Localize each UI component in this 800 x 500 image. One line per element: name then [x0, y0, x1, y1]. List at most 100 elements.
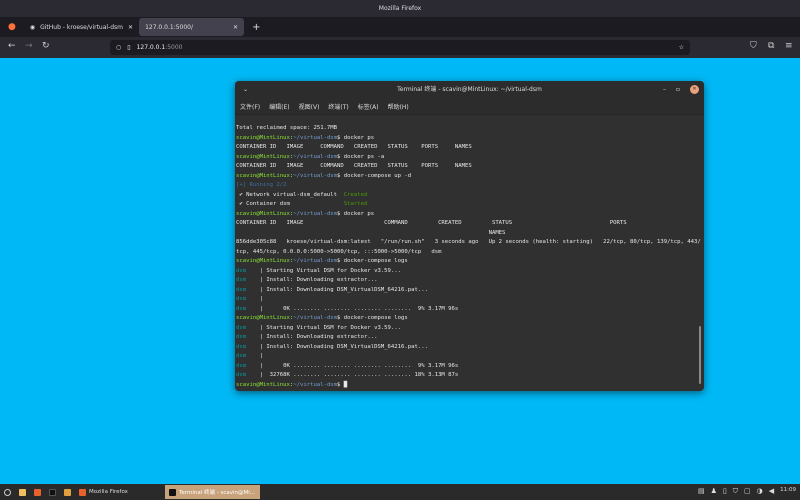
prompt-path: ~/virtual-dsm — [293, 172, 338, 179]
taskbar-firefox-label: Mozilla Firefox — [89, 489, 128, 495]
system-tray: ▤ ♟ ▯ ⛉ ▢ ◑ ◀ 11:09 — [698, 487, 796, 496]
minimize-icon[interactable]: – — [663, 81, 666, 98]
terminal-text: CONTAINER ID IMAGE COMMAND CREATED STATU… — [236, 144, 472, 150]
terminal-line: CONTAINER ID IMAGE COMMAND CREATED STATU… — [236, 219, 696, 229]
terminal-line: scavin@MintLinux:~/virtual-dsm$ █ — [236, 381, 696, 391]
clipboard-icon[interactable]: ▯ — [723, 487, 727, 496]
menu-tabs[interactable]: 标签(A) — [358, 102, 379, 111]
tab-label: 127.0.0.1:5000/ — [145, 23, 194, 31]
terminal-line: dsm | 32768K ........ ........ ........ … — [236, 371, 696, 381]
menu-file[interactable]: 文件(F) — [240, 102, 260, 111]
forward-icon[interactable]: → — [25, 41, 33, 51]
terminal-line: scavin@MintLinux:~/virtual-dsm$ docker p… — [236, 153, 696, 163]
shield-icon[interactable]: ⛉ — [733, 487, 738, 496]
url-bar[interactable]: ○ ▯ 127.0.0.1:5000 ☆ — [110, 40, 690, 55]
terminal-text: | 0K ........ ........ ........ ........… — [252, 305, 459, 312]
terminal-line: dsm | Starting Virtual DSM for Docker v3… — [236, 324, 696, 334]
terminal-line: dsm | Install: Downloading extractor... — [236, 333, 696, 343]
terminal-text: $ — [337, 381, 344, 388]
service-prefix: dsm — [236, 296, 253, 302]
prompt-path: ~/virtual-dsm — [293, 381, 338, 388]
network-icon[interactable]: ◑ — [757, 487, 763, 496]
prompt-user: scavin@MintLinux — [236, 315, 290, 321]
prompt-user: scavin@MintLinux — [236, 258, 290, 264]
terminal-text: | 0K ........ ........ ........ ........… — [252, 362, 459, 369]
menu-view[interactable]: 视图(V) — [299, 102, 320, 111]
terminal-menu-chevron-icon[interactable]: ⌄ — [243, 81, 248, 98]
terminal-window[interactable]: ⌄ Terminal 终端 - scavin@MintLinux: ~/virt… — [235, 81, 704, 391]
notification-icon[interactable]: ♟ — [711, 487, 717, 496]
menu-help[interactable]: 帮助(H) — [388, 102, 409, 111]
taskbar-terminal-label: Terminal 终端 - scavin@Mi... — [179, 490, 256, 496]
terminal-line: dsm | — [236, 295, 696, 305]
terminal-launcher[interactable] — [45, 485, 60, 499]
new-tab-button[interactable]: + — [252, 22, 260, 33]
terminal-text: Total reclaimed space: 251.7MB — [236, 125, 338, 131]
terminal-line: CONTAINER ID IMAGE COMMAND CREATED STATU… — [236, 162, 696, 172]
terminal-text: CONTAINER ID IMAGE COMMAND CREATED STATU… — [236, 163, 472, 169]
service-prefix: dsm — [236, 305, 253, 312]
tab-bar: ● ◉ GitHub - kroese/virtual-dsm ✕ 127.0.0.… — [0, 17, 800, 37]
menu-terminal[interactable]: 终端(T) — [328, 102, 348, 111]
firefox-launcher[interactable] — [30, 485, 45, 499]
taskbar-terminal[interactable]: Terminal 终端 - scavin@Mi... — [165, 485, 260, 499]
terminal-text: | Install: Downloading extractor... — [252, 334, 378, 340]
close-tab-icon[interactable]: ✕ — [233, 24, 238, 31]
taskbar: Mozilla Firefox Terminal 终端 - scavin@Mi.… — [0, 484, 800, 500]
terminal-text: 0.1s — [367, 191, 704, 198]
terminal-scrollbar[interactable] — [699, 326, 701, 384]
prompt-path: ~/virtual-dsm — [293, 134, 338, 141]
terminal-line: 856dde305c88 kroese/virtual-dsm:latest "… — [236, 238, 701, 248]
terminal-line: dsm | Starting Virtual DSM for Docker v3… — [236, 267, 696, 277]
terminal-line: scavin@MintLinux:~/virtual-dsm$ docker-c… — [236, 172, 696, 182]
bookmark-star-icon[interactable]: ☆ — [679, 44, 684, 51]
tab-github[interactable]: ◉ GitHub - kroese/virtual-dsm ✕ — [24, 18, 139, 36]
page-icon: ▯ — [127, 44, 131, 51]
service-prefix: dsm — [236, 372, 253, 378]
terminal-line: CONTAINER ID IMAGE COMMAND CREATED STATU… — [236, 143, 696, 153]
terminal-text: $ docker-compose logs — [337, 258, 408, 264]
terminal-output[interactable]: Total reclaimed space: 251.7MB scavin@Min… — [236, 124, 701, 391]
taskbar-firefox[interactable]: Mozilla Firefox — [75, 485, 165, 499]
url-host: 127.0.0.1 — [136, 44, 166, 51]
terminal-text: | — [252, 296, 263, 302]
close-icon[interactable]: ✕ — [690, 85, 699, 94]
close-tab-icon[interactable]: ✕ — [128, 24, 133, 31]
extensions-icon[interactable]: ⧉ — [768, 41, 774, 51]
terminal-text: [+] Running 2/2 — [236, 182, 287, 188]
service-prefix: dsm — [236, 353, 253, 359]
terminal-line: [+] Running 2/2 — [236, 181, 696, 191]
service-prefix: dsm — [236, 324, 253, 331]
reload-icon[interactable]: ↻ — [42, 41, 50, 51]
prompt-user: scavin@MintLinux — [236, 134, 290, 141]
files-launcher[interactable] — [60, 485, 75, 499]
window-icon[interactable]: ▢ — [744, 487, 751, 496]
terminal-line: ✔ Network virtual-dsm_default Created 0.… — [236, 191, 696, 201]
back-icon[interactable]: ← — [8, 41, 16, 51]
prompt-user: scavin@MintLinux — [236, 172, 290, 179]
pocket-icon[interactable]: ⛉ — [750, 41, 757, 51]
volume-icon[interactable]: ◀ — [769, 487, 774, 496]
terminal-titlebar[interactable]: ⌄ Terminal 终端 - scavin@MintLinux: ~/virt… — [235, 81, 704, 98]
clock[interactable]: 11:09 — [780, 487, 796, 496]
prompt-user: scavin@MintLinux — [236, 153, 290, 160]
show-desktop-button[interactable] — [15, 485, 30, 499]
terminal-line: dsm | 0K ........ ........ ........ ....… — [236, 305, 696, 315]
menu-icon[interactable]: ≡ — [785, 41, 793, 51]
terminal-text: | 32768K ........ ........ ........ ....… — [252, 372, 459, 378]
prompt-path: ~/virtual-dsm — [293, 315, 338, 321]
keyboard-icon[interactable]: ▤ — [698, 487, 705, 496]
shield-icon: ○ — [116, 44, 122, 51]
maximize-icon[interactable]: ▫ — [676, 81, 680, 98]
service-prefix: dsm — [236, 343, 253, 350]
terminal-text: | Install: Downloading extractor... — [252, 277, 378, 283]
terminal-text: █ — [343, 381, 348, 388]
start-menu-button[interactable] — [0, 485, 15, 499]
terminal-line: dsm | Install: Downloading DSM_VirtualDS… — [236, 286, 696, 296]
terminal-text: | Install: Downloading DSM_VirtualDSM_64… — [252, 343, 428, 350]
firefox-menu-icon[interactable]: ● — [8, 22, 16, 32]
tab-localhost[interactable]: 127.0.0.1:5000/ ✕ — [139, 18, 245, 36]
terminal-title: Terminal 终端 - scavin@MintLinux: ~/virtua… — [397, 86, 542, 93]
menu-edit[interactable]: 编辑(E) — [269, 102, 289, 111]
terminal-line: scavin@MintLinux:~/virtual-dsm$ docker-c… — [236, 314, 696, 324]
